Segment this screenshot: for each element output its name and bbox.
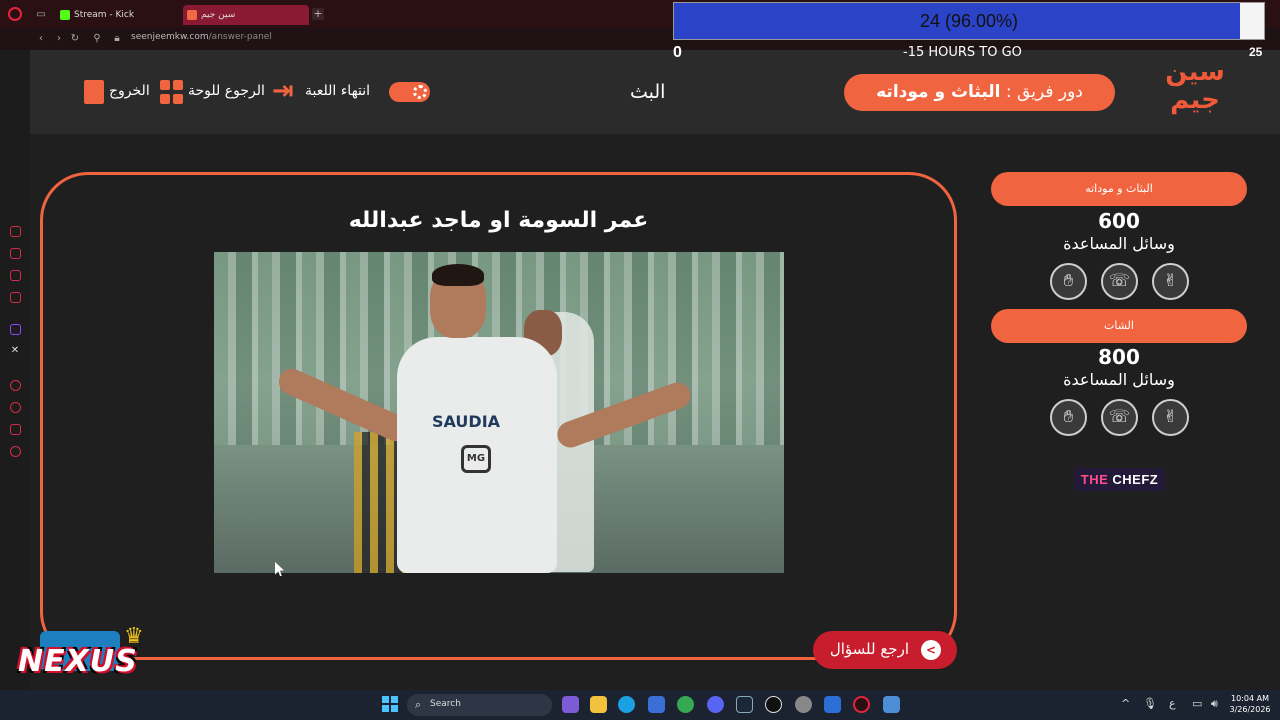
sidebar-x-icon[interactable]: ✕ [10,346,20,356]
image-player-hair [432,264,484,286]
team-2-score: 800 [1098,345,1140,369]
seenjeem-favicon-icon [187,10,197,20]
taskbar-app-icon[interactable] [795,696,812,713]
question-text: عمر السومة او ماجد عبدالله [348,208,649,233]
tray-language[interactable]: ع [1169,697,1176,711]
new-tab-button[interactable]: + [312,8,324,20]
team-turn-name: البثاث و موداته [876,82,1001,102]
back-to-question-button[interactable]: ارجع للسؤال > [813,631,957,669]
team-2-call-icon[interactable]: ☏ [1101,399,1138,436]
reload-icon[interactable]: ↻ [70,34,80,44]
sidebar-twitch-icon[interactable] [10,324,21,335]
goal-progress-text: 24 (96.00%) [919,11,1019,31]
kick-favicon-icon [60,10,70,20]
team-1-helpers-label: وسائل المساعدة [1063,234,1175,253]
team-1-score: 600 [1098,209,1140,233]
url-field[interactable]: seenjeemkw.com/answer-panel [131,31,272,43]
exit-door-icon[interactable] [84,80,104,104]
back-to-board-link[interactable]: الرجوع للوحة [188,83,265,99]
tray-display-icon[interactable]: ▭ [1192,697,1202,711]
end-game-link[interactable]: انتهاء اللعبة [305,83,370,99]
sidebar-shop-icon[interactable] [10,248,21,259]
taskbar-clock[interactable]: 10:04 AM 3/26/2026 [1228,693,1272,715]
team-turn-prefix: دور فريق : [1000,82,1083,102]
back-to-question-label: ارجع للسؤال [829,640,909,658]
nexus-logo-text: NEXUS [18,644,138,679]
taskbar-opera-icon[interactable] [853,696,870,713]
question-image: SAUDIA MG [214,252,784,573]
url-path: /answer-panel [208,32,272,42]
stream-label: البث [630,81,666,103]
team-turn-banner: دور فريق : البثاث و موداته [844,74,1115,111]
taskbar-obs-icon[interactable] [765,696,782,713]
tab-seenjeem[interactable]: سين جيم [183,5,309,25]
clock-time: 10:04 AM [1231,694,1269,703]
team-1-name: البثاث و موداته [991,172,1247,206]
end-game-arrow-icon[interactable]: ⇥ [272,78,296,104]
goal-target-value: 25 [1249,45,1263,59]
sponsor-prefix: THE [1080,472,1109,487]
tray-chevron-up-icon[interactable]: ^ [1121,697,1130,711]
jersey-sponsor: SAUDIA [432,412,501,431]
sponsor-logo: THE CHEFZ [1074,468,1165,491]
sidebar-extensions-icon[interactable] [10,424,21,435]
taskbar-copilot-icon[interactable] [562,696,579,713]
taskbar-discord-icon[interactable] [707,696,724,713]
team-1-hand-icon[interactable]: ✋︎ [1050,263,1087,300]
toggle-knob [413,85,427,99]
lock-icon: 🔒︎ [114,33,120,44]
team-1-two-fingers-icon[interactable]: ✌︎ [1152,263,1189,300]
browser-sidebar: ✕ [0,50,30,690]
sidebar-chat-icon[interactable] [10,270,21,281]
tab-label: سين جيم [201,10,236,20]
sidebar-player-icon[interactable] [10,380,21,391]
taskbar-chrome-icon[interactable] [677,696,694,713]
tray-volume-icon[interactable]: 🔊︎ [1211,697,1218,711]
team-2-helpers-label: وسائل المساعدة [1063,370,1175,389]
jersey-logo: MG [461,445,491,473]
team-2-hand-icon[interactable]: ✋︎ [1050,399,1087,436]
sidebar-history-icon[interactable] [10,402,21,413]
taskbar-app2-icon[interactable] [824,696,841,713]
taskbar-store-icon[interactable] [648,696,665,713]
tab-kick-dashboard[interactable]: Stream - Kick Dashboard [56,5,180,40]
taskbar-steam-icon[interactable] [736,696,753,713]
goal-start-value: 0 [673,44,682,61]
taskbar-edge-icon[interactable] [618,696,635,713]
tray-mic-icon[interactable]: 🎙︎ [1143,697,1157,711]
screen: ▭ Stream - Kick Dashboard سين جيم + ‹ › … [0,0,1280,720]
windows-start-icon[interactable] [382,696,398,712]
board-grid-icon[interactable] [160,80,184,104]
taskbar-search[interactable]: ⌕ Search [407,694,552,716]
search-icon: ⌕ [415,698,422,711]
opera-logo-icon[interactable] [8,7,22,21]
forward-nav-icon[interactable]: › [54,34,64,44]
exit-link[interactable]: الخروج [109,83,150,99]
stream-toggle[interactable] [389,82,430,102]
sidebar-settings-icon[interactable] [10,446,21,457]
windows-taskbar [0,690,1280,720]
site-settings-icon[interactable]: ⚲ [92,34,102,44]
url-host: seenjeemkw.com [131,32,209,42]
chevron-right-icon: > [921,640,941,660]
team-2-name: الشات [991,309,1247,343]
taskbar-app3-icon[interactable] [883,696,900,713]
sidebar-media-icon[interactable] [10,292,21,303]
back-nav-icon[interactable]: ‹ [36,34,46,44]
taskbar-search-placeholder: Search [430,699,461,709]
sidebar-aria-icon[interactable] [10,226,21,237]
brand-logo[interactable]: سين جيم [1160,58,1230,128]
taskbar-file-explorer-icon[interactable] [590,696,607,713]
workspaces-icon[interactable]: ▭ [36,10,46,20]
goal-time-remaining: -15 HOURS TO GO [903,45,1022,60]
goal-progress-bar: 24 (96.00%) [673,2,1265,40]
sponsor-name: CHEFZ [1112,472,1159,487]
clock-date: 3/26/2026 [1229,705,1271,714]
team-2-two-fingers-icon[interactable]: ✌︎ [1152,399,1189,436]
nexus-stream-overlay: ♛ NEXUS [14,624,154,690]
team-1-call-icon[interactable]: ☏ [1101,263,1138,300]
